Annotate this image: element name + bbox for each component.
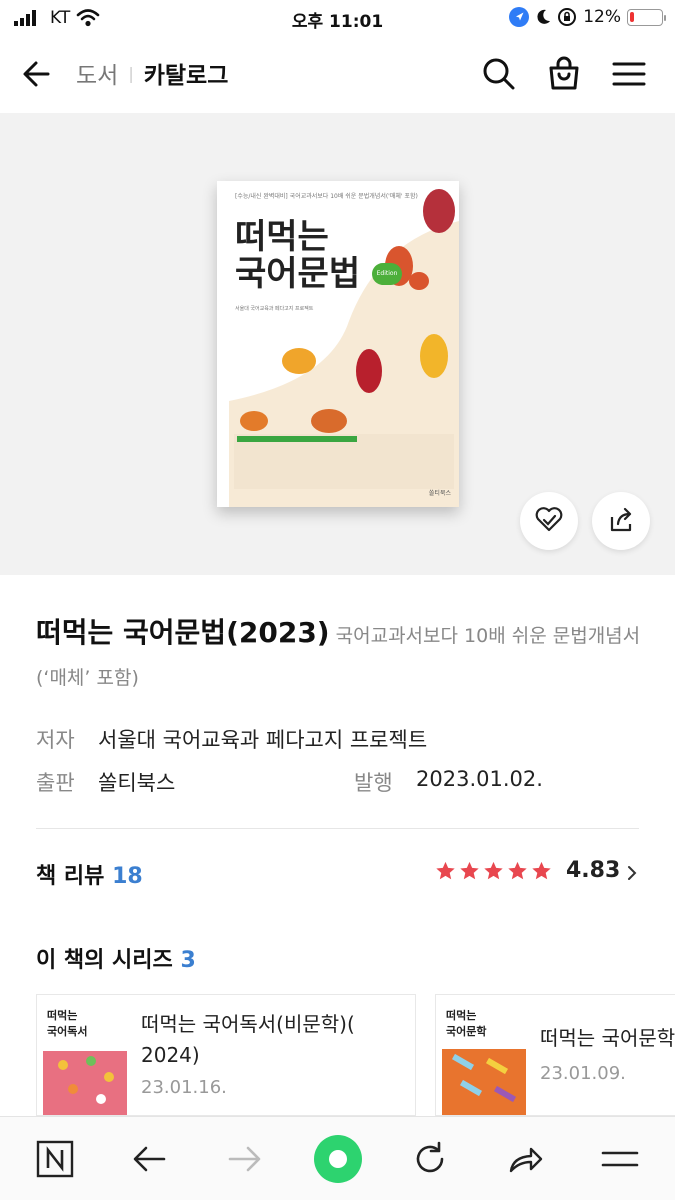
review-count: 18: [112, 864, 143, 889]
breadcrumb-separator: |: [128, 63, 134, 83]
share-button[interactable]: [592, 492, 650, 550]
book-spine: [217, 181, 229, 507]
publisher-value[interactable]: 쏠티북스: [98, 767, 354, 797]
series-count: 3: [180, 948, 196, 973]
series-name-2-line1: 떠먹는 국어문학: [540, 1026, 675, 1050]
battery-percent: 12%: [583, 7, 621, 27]
cover-title-line1: 떠먹는: [235, 217, 329, 257]
menu-icon[interactable]: [598, 1137, 642, 1181]
battery-icon: [627, 8, 666, 26]
series-label: 이 책의 시리즈: [36, 948, 173, 973]
status-right: 12%: [509, 7, 666, 27]
moon-icon: [537, 9, 551, 24]
svg-text:떠먹는: 떠먹는: [446, 1008, 476, 1022]
cover-title-line2: 국어문법: [235, 254, 361, 294]
chevron-right-icon: [628, 866, 637, 880]
cover-authors: 서울대 국어교육과 페다고지 프로젝트: [235, 306, 314, 312]
search-icon[interactable]: [479, 54, 519, 94]
review-label: 책 리뷰: [36, 864, 105, 889]
series-date-1: 23.01.16.: [141, 1077, 227, 1098]
forward-icon[interactable]: [222, 1137, 266, 1181]
author-row: 저자 서울대 국어교육과 페다고지 프로젝트: [36, 724, 427, 754]
series-name-2: 떠먹는 국어문학: [540, 1023, 675, 1054]
cover-area: [수능/내신 완벽대비] 국어교과서보다 10배 쉬운 문법개념서('매체' 포…: [0, 113, 675, 575]
author-value[interactable]: 서울대 국어교육과 페다고지 프로젝트: [98, 724, 427, 754]
publisher-row: 출판 쏠티북스 발행 2023.01.02.: [36, 767, 543, 797]
series-name-1-line1: 떠먹는 국어독서(비문학)(: [141, 1012, 355, 1036]
star-icon: [484, 861, 503, 880]
book-title: 떠먹는 국어문법(2023): [36, 616, 330, 649]
published-date: 2023.01.02.: [416, 767, 543, 791]
page-title: 카탈로그: [143, 63, 229, 89]
review-title: 책 리뷰 18: [36, 858, 143, 890]
battery-level: [630, 11, 634, 22]
svg-text:국어독서: 국어독서: [47, 1024, 87, 1038]
book-info: 떠먹는 국어문법(2023) 국어교과서보다 10배 쉬운 문법개념서(‘매체’…: [36, 612, 646, 699]
breadcrumb: 도서 | 카탈로그: [76, 56, 228, 90]
rotation-lock-icon: [558, 8, 577, 26]
svg-text:국어문학: 국어문학: [446, 1024, 486, 1038]
divider: [36, 828, 639, 829]
series-cover-2: 떠먹는 국어문학: [442, 999, 526, 1115]
back-icon[interactable]: [128, 1137, 172, 1181]
series-name-1-line2: 2024): [141, 1043, 200, 1067]
share-icon[interactable]: [503, 1137, 547, 1181]
series-card[interactable]: 떠먹는 국어문학 떠먹는 국어문학 23.01.09.: [435, 994, 675, 1116]
bottom-toolbar: [0, 1116, 675, 1200]
rating-value: 4.83: [566, 858, 621, 883]
cover-publisher: 쏠티북스: [428, 490, 451, 497]
book-title-block: 떠먹는 국어문법(2023) 국어교과서보다 10배 쉬운 문법개념서(‘매체’…: [36, 612, 646, 699]
review-row[interactable]: 책 리뷰 18 4.83: [36, 848, 641, 896]
app-header: 도서 | 카탈로그: [0, 38, 675, 110]
star-icon: [532, 861, 551, 880]
cover-title: 떠먹는 국어문법: [235, 219, 360, 293]
author-label: 저자: [36, 728, 75, 752]
star-icon: [460, 861, 479, 880]
breadcrumb-category[interactable]: 도서: [76, 56, 118, 90]
series-title: 이 책의 시리즈 3: [36, 942, 196, 974]
wishlist-button[interactable]: [520, 492, 578, 550]
rating-stars: [434, 860, 553, 882]
series-cover-1: 떠먹는 국어독서: [43, 999, 127, 1115]
published-label: 발행: [354, 771, 393, 795]
share-icon: [610, 507, 632, 532]
star-icon: [508, 861, 527, 880]
refresh-icon[interactable]: [408, 1137, 452, 1181]
series-date-2: 23.01.09.: [540, 1063, 626, 1084]
shopping-bag-icon[interactable]: [544, 54, 584, 94]
publisher-label: 출판: [36, 771, 75, 795]
series-card[interactable]: 떠먹는 국어독서 떠먹는 국어독서(비문학)( 2024) 23.01.16.: [36, 994, 416, 1116]
back-arrow-icon[interactable]: [18, 54, 58, 94]
menu-icon[interactable]: [609, 54, 649, 94]
series-name-1: 떠먹는 국어독서(비문학)( 2024): [141, 1009, 355, 1071]
status-bar: KT 오후 11:01 12%: [0, 0, 675, 36]
book-cover[interactable]: [수능/내신 완벽대비] 국어교과서보다 10배 쉬운 문법개념서('매체' 포…: [217, 181, 459, 507]
location-icon: [509, 7, 530, 27]
naver-n-icon[interactable]: [33, 1137, 77, 1181]
star-icon: [436, 861, 455, 880]
home-green-dot-icon[interactable]: [312, 1133, 364, 1185]
cover-edition-badge: Edition: [372, 263, 402, 285]
wishlist-icon: [535, 507, 563, 532]
svg-text:떠먹는: 떠먹는: [47, 1008, 77, 1022]
cover-top-text: [수능/내신 완벽대비] 국어교과서보다 10배 쉬운 문법개념서('매체' 포…: [235, 193, 418, 200]
